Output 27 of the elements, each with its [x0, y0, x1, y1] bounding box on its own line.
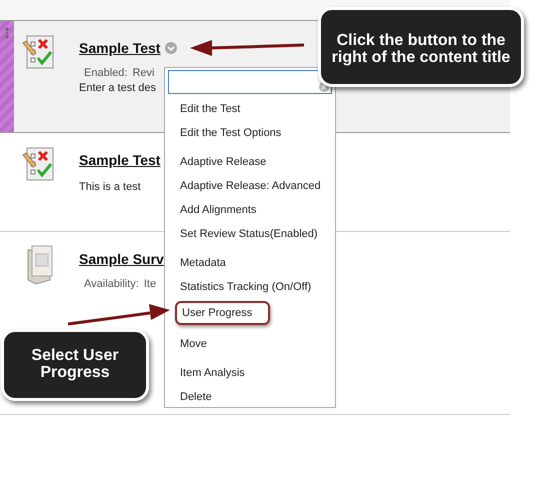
menu-item[interactable]: Item Analysis — [165, 361, 335, 385]
move-icon — [4, 27, 10, 39]
menu-item[interactable]: Edit the Test Options — [165, 121, 335, 145]
content-title-link[interactable]: Sample Surv — [79, 251, 164, 267]
menu-item[interactable]: Adaptive Release — [165, 150, 335, 174]
detail-value: Revi — [132, 67, 154, 79]
menu-item[interactable]: Delete — [165, 385, 335, 409]
chevron-down-icon — [165, 42, 178, 54]
menu-item[interactable]: Metadata — [165, 251, 335, 275]
menu-item[interactable]: User Progress — [175, 301, 270, 325]
detail-value: Ite — [144, 278, 156, 290]
menu-item[interactable]: Set Review Status(Enabled) — [165, 222, 335, 246]
item-description: This is a test — [79, 181, 141, 193]
detail-label: Enabled: — [84, 67, 128, 79]
item-description: Enter a test des — [79, 82, 156, 94]
menu-item[interactable]: Adaptive Release: Advanced — [165, 174, 335, 198]
menu-item[interactable]: Statistics Tracking (On/Off) — [165, 275, 335, 299]
menu-item[interactable]: Move — [165, 332, 335, 356]
detail-label: Availability: — [84, 278, 139, 290]
content-title-link[interactable]: Sample Test — [79, 40, 160, 56]
content-title-link[interactable]: Sample Test — [79, 152, 160, 168]
menu-item[interactable]: Edit the Test — [165, 97, 335, 121]
drag-handle[interactable] — [0, 21, 14, 132]
callout-bubble: Select User Progress — [1, 329, 149, 401]
menu-button[interactable] — [165, 42, 178, 54]
menu-item[interactable]: Add Alignments — [165, 198, 335, 222]
callout-bubble: Click the button to the right of the content title — [318, 7, 524, 87]
